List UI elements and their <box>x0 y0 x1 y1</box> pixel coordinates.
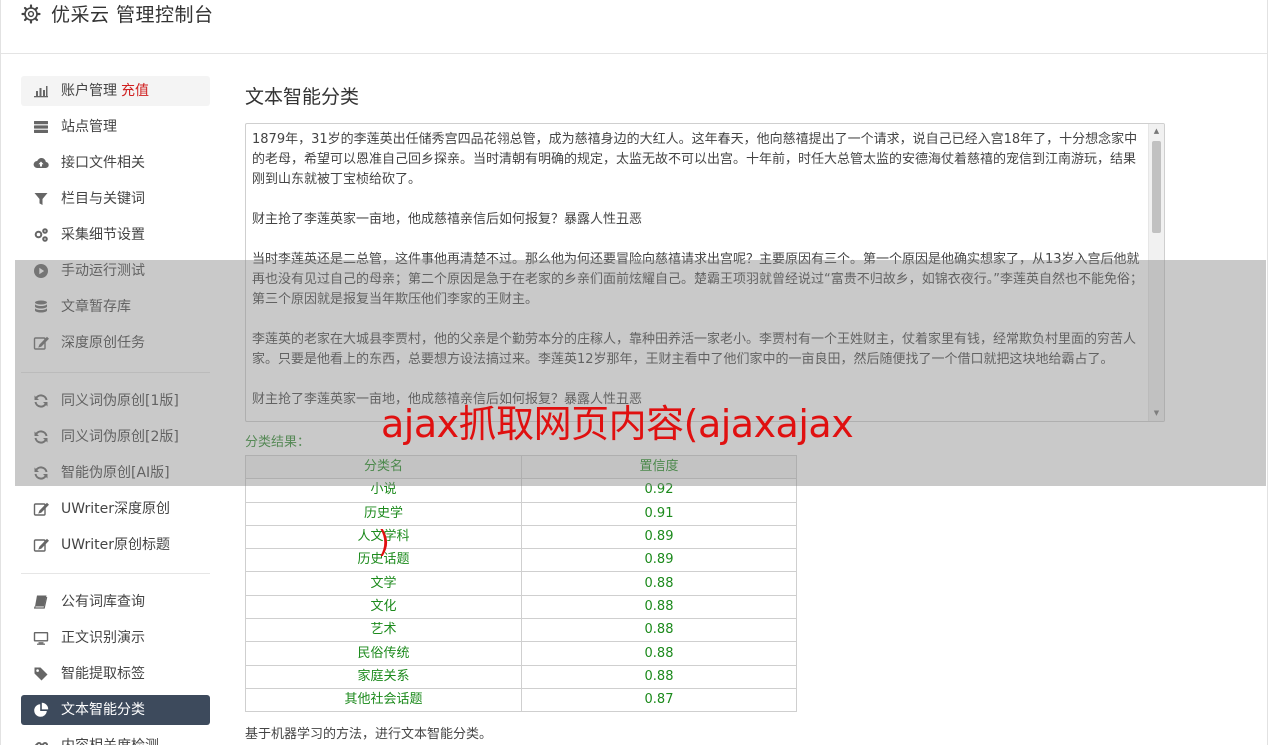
category-cell: 家庭关系 <box>245 664 522 689</box>
top-header: 优采云 管理控制台 <box>1 0 1267 54</box>
overlay-closing-paren: ) <box>378 525 390 560</box>
window-right-border <box>1267 0 1268 745</box>
confidence-cell: 0.88 <box>521 641 797 666</box>
table-row: 历史话题 0.89 <box>245 548 797 573</box>
sidebar-item-label: UWriter原创标题 <box>61 537 170 553</box>
desktop-icon <box>33 632 49 645</box>
gears-icon <box>34 228 48 242</box>
category-cell: 文学 <box>245 571 522 596</box>
sidebar-item-label: 内容相关度检测 <box>61 731 159 745</box>
table-row: 历史学 0.91 <box>245 501 797 526</box>
edit-icon <box>33 538 49 552</box>
table-row: 人文学科 0.89 <box>245 524 797 550</box>
sidebar-item-label: 智能提取标签 <box>61 666 145 682</box>
article-paragraph: 财主抢了李莲英家一亩地，他成慈禧亲信后如何报复？暴露人性丑恶 <box>252 212 643 227</box>
pie-chart-icon <box>34 702 49 717</box>
category-cell: 民俗传统 <box>245 641 522 666</box>
confidence-cell: 0.88 <box>521 664 797 689</box>
window-left-border <box>0 0 1 745</box>
category-cell: 其他社会话题 <box>245 687 522 713</box>
sidebar-item-label: 账户管理 <box>61 83 117 99</box>
table-row: 其他社会话题 0.87 <box>245 687 797 713</box>
table-row: 民俗传统 0.88 <box>245 641 797 666</box>
bar-chart-icon <box>34 86 48 98</box>
tag-icon <box>34 667 48 681</box>
confidence-cell: 0.89 <box>521 524 797 550</box>
sidebar-item-label: 栏目与关键词 <box>61 191 145 207</box>
sidebar-item-label: 正文识别演示 <box>61 630 145 646</box>
link-icon <box>33 741 49 745</box>
table-row: 文化 0.88 <box>245 594 797 620</box>
category-cell: 文化 <box>245 594 522 620</box>
confidence-cell: 0.87 <box>521 687 797 713</box>
sidebar-item-relevance-check[interactable]: 内容相关度检测 <box>21 731 210 745</box>
article-paragraph: 1879年，31岁的李莲英出任储秀宫四品花翎总管，成为慈禧身边的大红人。这年春天… <box>252 132 1138 187</box>
filter-icon <box>34 193 48 205</box>
gear-icon[interactable] <box>21 4 41 24</box>
sidebar-item-label: 采集细节设置 <box>61 227 145 243</box>
sidebar-item-collect-settings[interactable]: 采集细节设置 <box>21 220 210 250</box>
scrollbar-thumb[interactable] <box>1152 141 1161 233</box>
confidence-cell: 0.91 <box>521 501 797 526</box>
confidence-cell: 0.88 <box>521 571 797 596</box>
sidebar-item-label: 公有词库查询 <box>61 594 145 610</box>
sidebar-item-sites[interactable]: 站点管理 <box>21 112 210 142</box>
sidebar-item-label: 站点管理 <box>61 119 117 135</box>
table-row: 文学 0.88 <box>245 571 797 596</box>
category-cell: 历史学 <box>245 501 522 526</box>
confidence-cell: 0.88 <box>521 594 797 620</box>
sidebar-item-uwriter-deep[interactable]: UWriter深度原创 <box>21 494 210 524</box>
server-icon <box>34 121 48 133</box>
table-row: 家庭关系 0.88 <box>245 664 797 689</box>
table-row: 艺术 0.88 <box>245 618 797 643</box>
gray-overlay-band <box>15 260 1266 486</box>
sidebar-item-interface-files[interactable]: 接口文件相关 <box>21 148 210 178</box>
category-cell: 艺术 <box>245 618 522 643</box>
sidebar-item-tag-extract[interactable]: 智能提取标签 <box>21 659 210 689</box>
method-footnote: 基于机器学习的方法，进行文本智能分类。 <box>245 727 493 742</box>
sidebar-item-account[interactable]: 账户管理 充值 <box>21 76 210 106</box>
sidebar-item-text-recognition[interactable]: 正文识别演示 <box>21 623 210 653</box>
page-title: 文本智能分类 <box>245 86 360 108</box>
sidebar-item-label: UWriter深度原创 <box>61 501 170 517</box>
recharge-link[interactable]: 充值 <box>121 83 149 99</box>
sidebar-item-label: 接口文件相关 <box>61 155 145 171</box>
confidence-cell: 0.88 <box>521 618 797 643</box>
scroll-up-arrow-icon[interactable]: ▲ <box>1149 124 1164 139</box>
sidebar-item-text-classify[interactable]: 文本智能分类 <box>21 695 210 725</box>
book-icon <box>33 595 48 609</box>
cloud-upload-icon <box>33 158 49 169</box>
sidebar-item-label: 文本智能分类 <box>61 702 145 718</box>
classification-table: 分类名 置信度 小说 0.92 历史学 0.91 人文学科 0.89 历史话题 0.89… <box>245 454 797 713</box>
sidebar-item-columns-keywords[interactable]: 栏目与关键词 <box>21 184 210 214</box>
sidebar-item-uwriter-title[interactable]: UWriter原创标题 <box>21 530 210 560</box>
overlay-title: ajax抓取网页内容(ajaxajax <box>381 402 854 446</box>
edit-icon <box>33 502 49 516</box>
sidebar-divider <box>21 573 210 574</box>
console-title: 优采云 管理控制台 <box>51 4 214 26</box>
sidebar-item-public-lexicon[interactable]: 公有词库查询 <box>21 587 210 617</box>
confidence-cell: 0.89 <box>521 548 797 573</box>
